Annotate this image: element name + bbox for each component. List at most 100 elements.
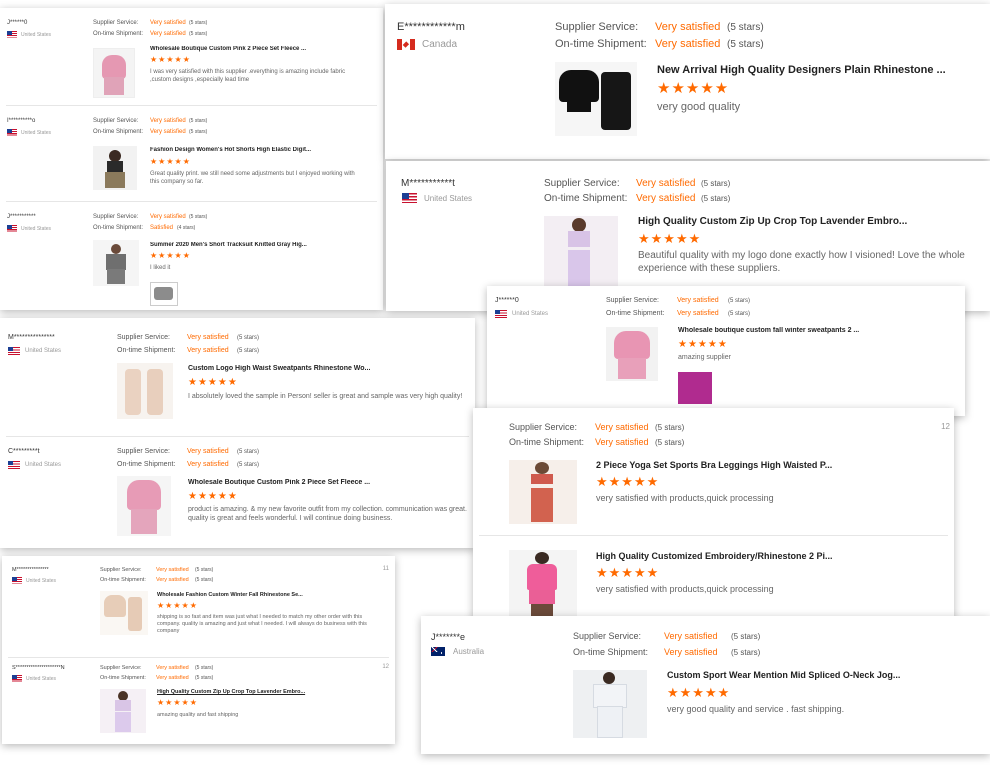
us-flag-icon <box>495 310 507 318</box>
review-comment: I liked it <box>150 265 171 271</box>
product-image[interactable] <box>93 146 137 190</box>
supplier-service-value: Very satisfied <box>150 214 186 220</box>
supplier-service-value: Very satisfied <box>595 422 649 432</box>
review-item: Supplier Service: Very satisfied (5 star… <box>473 408 954 533</box>
product-image[interactable] <box>544 216 618 288</box>
review-comment: very satisfied with products,quick proce… <box>596 493 774 503</box>
product-title-link[interactable]: High Quality Customized Embroidery/Rhine… <box>596 551 886 561</box>
product-title-link[interactable]: Custom Sport Wear Mention Mid Spliced O-… <box>667 670 957 680</box>
reviewer-country: Australia <box>431 647 484 656</box>
review-item: E************m Canada Supplier Service: … <box>385 4 990 159</box>
product-title-link[interactable]: Wholesale boutique custom fall winter sw… <box>678 327 918 334</box>
rating-stars: ★★★★★ <box>150 157 191 166</box>
product-title-link[interactable]: Wholesale Boutique Custom Pink 2 Piece S… <box>188 479 428 486</box>
review-comment: shipping is so fast and item was just wh… <box>157 614 367 634</box>
on-time-shipment-value: Very satisfied <box>150 31 186 37</box>
product-image[interactable] <box>117 476 171 536</box>
review-item: J*********** United States Supplier Serv… <box>0 202 383 310</box>
supplier-service-label: Supplier Service: <box>117 334 170 341</box>
supplier-service-value: Very satisfied <box>150 118 186 124</box>
product-title-link[interactable]: 2 Piece Yoga Set Sports Bra Leggings Hig… <box>596 460 886 470</box>
reviewer-name: S*********************N <box>12 665 65 671</box>
on-time-shipment-stars: (5 stars) <box>189 31 208 37</box>
review-item: J*******e Australia Supplier Service: Ve… <box>421 616 990 754</box>
product-title-link[interactable]: High Quality Custom Zip Up Crop Top Lave… <box>157 689 327 695</box>
country-label: United States <box>26 577 57 584</box>
supplier-service-label: Supplier Service: <box>93 214 139 220</box>
product-image[interactable] <box>93 240 139 286</box>
supplier-service-value: Very satisfied <box>664 631 718 641</box>
supplier-service-stars: (5 stars) <box>189 214 208 220</box>
supplier-service-stars: (5 stars) <box>195 567 214 573</box>
review-card: J******0 United States Supplier Service:… <box>487 286 965 416</box>
product-image[interactable] <box>93 48 135 98</box>
product-title-link[interactable]: New Arrival High Quality Designers Plain… <box>657 64 957 76</box>
product-image[interactable] <box>606 327 658 381</box>
product-title-link[interactable]: Wholesale Boutique Custom Pink 2 Piece S… <box>150 46 330 52</box>
us-flag-icon <box>7 129 17 136</box>
on-time-shipment-label: On-time Shipment: <box>93 129 144 135</box>
rating-stars: ★★★★★ <box>150 251 191 260</box>
product-image[interactable] <box>100 689 146 733</box>
product-image[interactable] <box>573 670 647 738</box>
review-comment: Great quality print. we still need some … <box>150 171 355 185</box>
on-time-shipment-value: Very satisfied <box>187 347 229 354</box>
reviewer-country: United States <box>12 577 56 584</box>
review-photo[interactable] <box>678 372 712 404</box>
country-label: United States <box>26 675 57 682</box>
us-flag-icon <box>7 225 17 232</box>
on-time-shipment-stars: (5 stars) <box>701 194 731 203</box>
product-image[interactable] <box>509 550 577 618</box>
review-photo[interactable] <box>150 282 178 306</box>
reviewer-name: I**********o <box>7 118 36 124</box>
review-card: E************m Canada Supplier Service: … <box>385 4 990 159</box>
review-item: I**********o United States Supplier Serv… <box>0 106 383 202</box>
product-title-link[interactable]: Fashion Design Women's Hot Shorts High E… <box>150 147 330 153</box>
review-card: J******0 United States Supplier Service:… <box>0 8 383 310</box>
country-label: Australia <box>453 647 485 656</box>
reviewer-country: Canada <box>397 39 457 50</box>
on-time-shipment-stars: (5 stars) <box>237 462 260 468</box>
rating-stars: ★★★★★ <box>667 685 731 700</box>
on-time-shipment-label: On-time Shipment: <box>100 675 146 681</box>
supplier-service-value: Very satisfied <box>156 665 189 671</box>
product-image[interactable] <box>100 591 148 635</box>
rating-stars: ★★★★★ <box>678 339 728 350</box>
reviewer-name: E************m <box>397 21 465 33</box>
product-title-link[interactable]: Summer 2020 Men's Short Tracksuit Knitte… <box>150 242 330 248</box>
review-item: M*************** United States Supplier … <box>0 318 475 436</box>
product-image[interactable] <box>117 363 173 419</box>
supplier-service-stars: (5 stars) <box>727 22 764 33</box>
on-time-shipment-label: On-time Shipment: <box>544 193 628 204</box>
reviewer-country: United States <box>402 193 472 203</box>
on-time-shipment-value: Very satisfied <box>655 38 721 50</box>
reviewer-name: M*************** <box>12 567 49 573</box>
on-time-shipment-label: On-time Shipment: <box>93 31 144 37</box>
supplier-service-value: Very satisfied <box>655 21 721 33</box>
review-comment: product is amazing. & my new favorite ou… <box>188 506 467 522</box>
review-comment: very satisfied with products,quick proce… <box>596 584 774 594</box>
on-time-shipment-value: Very satisfied <box>150 129 186 135</box>
on-time-shipment-stars: (5 stars) <box>195 577 214 583</box>
supplier-service-value: Very satisfied <box>677 297 719 304</box>
product-image[interactable] <box>509 460 577 524</box>
review-item: C*********t United States Supplier Servi… <box>0 436 475 548</box>
on-time-shipment-label: On-time Shipment: <box>509 437 585 447</box>
reviewer-country: United States <box>7 129 51 136</box>
on-time-shipment-label: On-time Shipment: <box>606 310 665 317</box>
product-image[interactable] <box>555 62 637 136</box>
supplier-service-value: Very satisfied <box>636 178 696 189</box>
product-title-link[interactable]: Custom Logo High Waist Sweatpants Rhines… <box>188 365 428 372</box>
review-comment: very good quality and service . fast shi… <box>667 704 845 714</box>
review-item: S*********************N United States Su… <box>2 657 395 744</box>
rating-stars: ★★★★★ <box>188 377 238 388</box>
us-flag-icon <box>402 193 417 203</box>
reviewer-country: United States <box>7 225 51 232</box>
us-flag-icon <box>8 347 20 355</box>
product-title-link[interactable]: High Quality Custom Zip Up Crop Top Lave… <box>638 216 938 227</box>
canada-flag-icon <box>397 39 415 50</box>
rating-stars: ★★★★★ <box>596 474 660 489</box>
product-title-link[interactable]: Wholesale Fashion Custom Winter Fall Rhi… <box>157 592 327 598</box>
supplier-service-label: Supplier Service: <box>100 665 142 671</box>
rating-stars: ★★★★★ <box>596 565 660 580</box>
